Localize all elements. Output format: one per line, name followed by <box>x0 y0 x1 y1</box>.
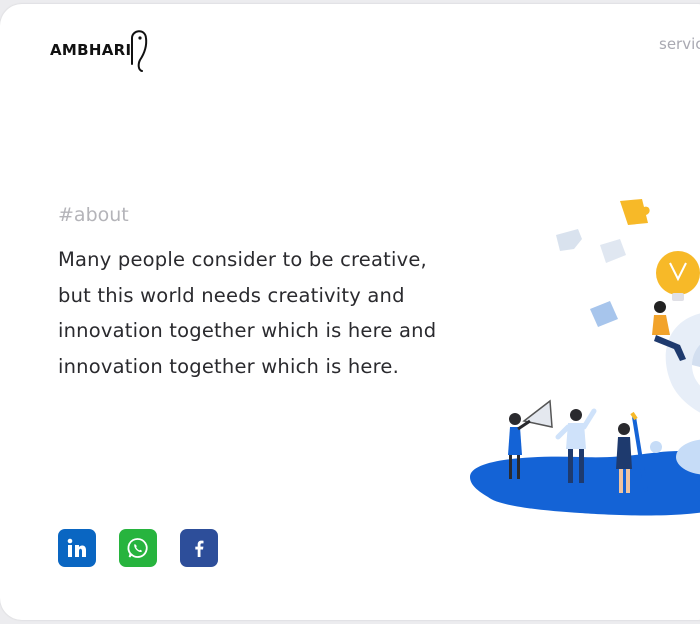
nav-services-link[interactable]: servic <box>659 35 700 53</box>
brand-logo[interactable]: AMBHARI <box>50 24 150 76</box>
whatsapp-button[interactable] <box>119 529 157 567</box>
whatsapp-icon <box>127 538 148 558</box>
creativity-illustration <box>470 199 700 516</box>
about-description: Many people consider to be creative, but… <box>58 248 437 379</box>
linkedin-icon <box>67 538 86 557</box>
facebook-icon <box>195 540 204 557</box>
brand-name: AMBHARI <box>50 41 132 59</box>
linkedin-button[interactable] <box>58 529 96 567</box>
facebook-button[interactable] <box>180 529 218 567</box>
about-hashtag: #about <box>58 204 129 226</box>
elephant-trunk-icon <box>131 30 148 72</box>
about-card: AMBHARI servic #about Many people consid… <box>0 4 700 620</box>
